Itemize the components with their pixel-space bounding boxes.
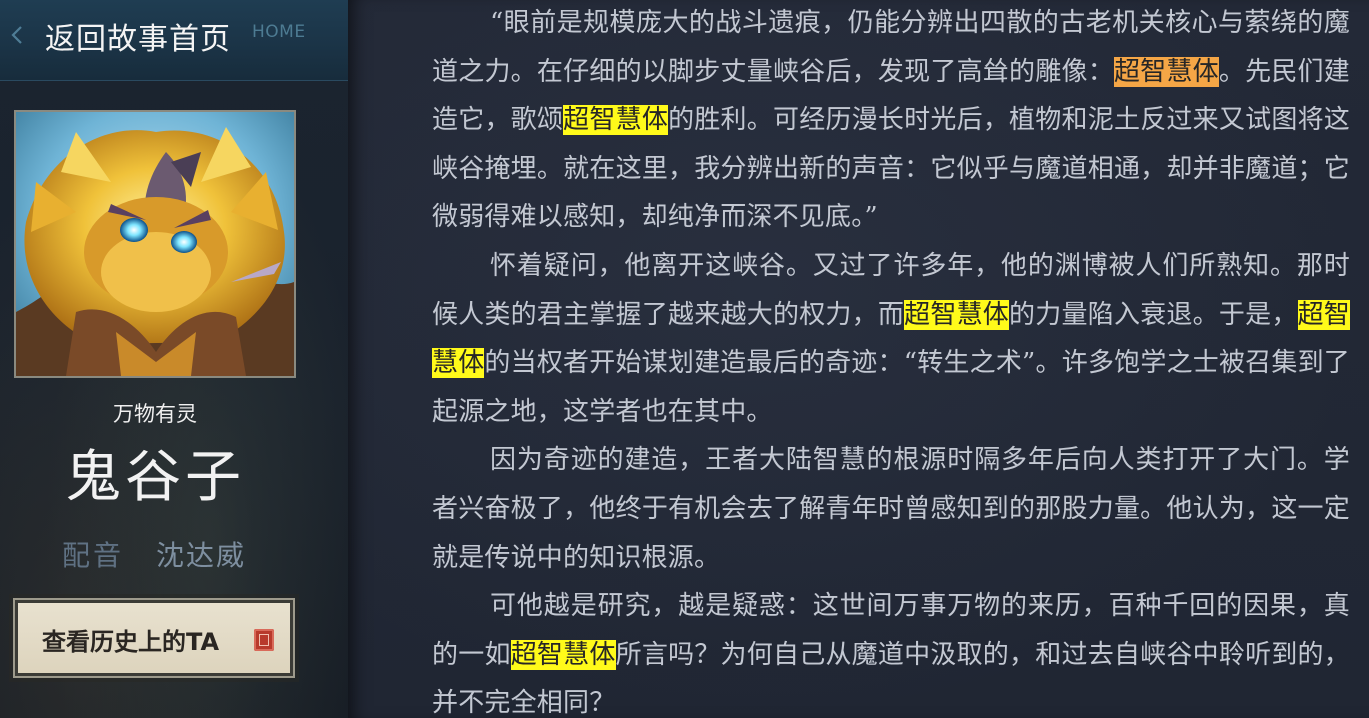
hero-portrait-illustration xyxy=(16,112,294,376)
story-paragraph: “眼前是规模庞大的战斗遗痕，仍能分辨出四散的古老机关核心与萦绕的魔道之力。在仔细… xyxy=(432,0,1350,242)
story-text: “眼前是规模庞大的战斗遗痕，仍能分辨出四散的古老机关核心与萦绕的魔道之力。在仔细… xyxy=(432,0,1350,718)
view-history-button[interactable]: 查看历史上的TA xyxy=(13,598,295,678)
seal-stamp-icon xyxy=(254,629,274,651)
search-highlight-current: 超智慧体 xyxy=(1113,56,1219,87)
story-page: 返回故事首页 HOME 万物有灵 鬼谷子 配音 沈达威 查看历史上的TA “眼前… xyxy=(0,0,1369,718)
story-panel: “眼前是规模庞大的战斗遗痕，仍能分辨出四散的古老机关核心与萦绕的魔道之力。在仔细… xyxy=(348,0,1369,718)
story-paragraph: 可他越是研究，越是疑惑：这世间万事万物的来历，百种千回的因果，真的一如超智慧体所… xyxy=(432,582,1350,718)
top-nav-bar: 返回故事首页 HOME xyxy=(0,0,348,81)
story-text-segment: 的当权者开始谋划建造最后的奇迹：“转生之术”。许多饱学之士被召集到了起源之地，这… xyxy=(432,348,1350,427)
story-paragraph: 因为奇迹的建造，王者大陆智慧的根源时隔多年后向人类打开了大门。学者兴奋极了，他终… xyxy=(432,436,1350,582)
hero-portrait xyxy=(14,110,296,378)
search-highlight: 超智慧体 xyxy=(563,105,669,136)
view-history-button-label: 查看历史上的TA xyxy=(42,628,220,656)
story-paragraph: 怀着疑问，他离开这峡谷。又过了许多年，他的渊博被人们所熟知。那时候人类的君主掌握… xyxy=(432,242,1350,436)
home-link[interactable]: HOME xyxy=(252,22,306,42)
story-text-segment: 的力量陷入衰退。于是， xyxy=(1009,299,1298,330)
chevron-left-icon[interactable] xyxy=(9,24,25,46)
search-highlight: 超智慧体 xyxy=(904,299,1010,330)
hero-sidebar: 返回故事首页 HOME 万物有灵 鬼谷子 配音 沈达威 查看历史上的TA xyxy=(0,0,349,718)
voice-label: 配音 xyxy=(62,539,125,572)
hero-category: 万物有灵 xyxy=(113,402,197,426)
voice-actor-name: 沈达威 xyxy=(156,539,247,572)
search-highlight: 超智慧体 xyxy=(510,639,616,670)
story-text-segment: 因为奇迹的建造，王者大陆智慧的根源时隔多年后向人类打开了大门。学者兴奋极了，他终… xyxy=(432,445,1350,573)
hero-name: 鬼谷子 xyxy=(65,445,245,510)
back-to-story-home-link[interactable]: 返回故事首页 xyxy=(45,14,231,58)
